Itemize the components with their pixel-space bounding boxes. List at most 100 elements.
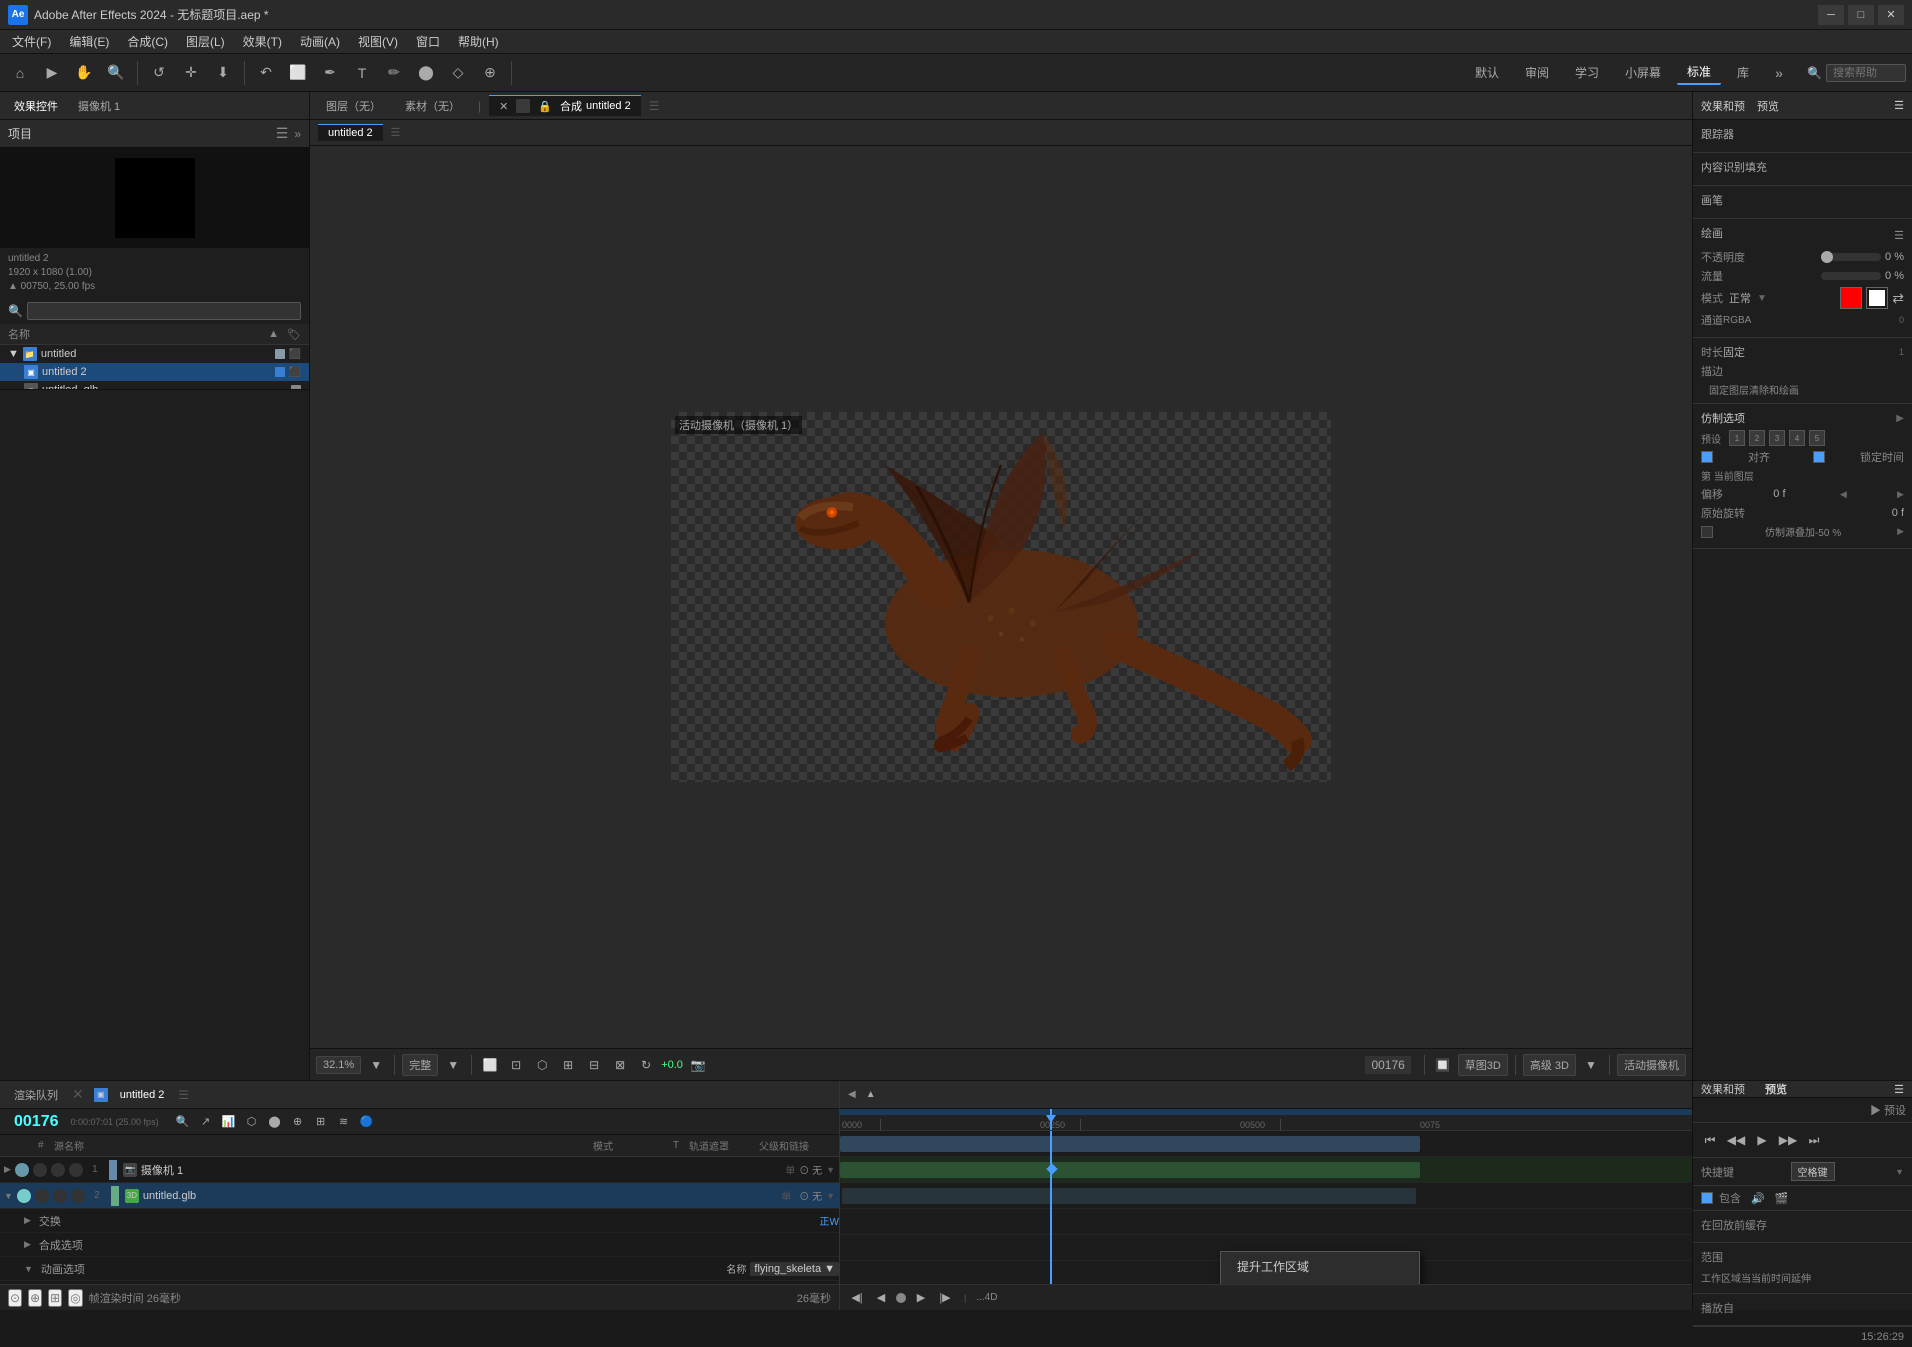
selection-tool[interactable]: ⬜ [284, 59, 312, 87]
tl-tab-close[interactable]: ✕ [72, 1086, 84, 1103]
layer1-lock[interactable] [51, 1163, 65, 1177]
help-search-input[interactable] [1826, 64, 1906, 82]
simulate-adjust[interactable]: ▶ [1897, 526, 1904, 537]
tl-bottom-icon2[interactable]: ⊕ [28, 1289, 42, 1307]
layer1-vis[interactable] [15, 1163, 29, 1177]
layer1-parent-dropdown[interactable]: ▼ [826, 1165, 835, 1175]
viewer-timecode[interactable]: 00176 [1365, 1056, 1410, 1074]
flow-slider[interactable] [1821, 272, 1881, 280]
nav-next-key[interactable]: |▶ [936, 1289, 954, 1307]
background-color[interactable] [1866, 287, 1888, 309]
puppet-tool[interactable]: ⊕ [476, 59, 504, 87]
play-prev[interactable]: ◀◀ [1725, 1129, 1747, 1151]
workspace-default[interactable]: 默认 [1465, 61, 1509, 84]
toggle-transparency[interactable]: ⬜ [479, 1054, 501, 1076]
close-button[interactable]: ✕ [1878, 5, 1904, 25]
comp-tab-close-icon[interactable]: ✕ [499, 100, 508, 113]
viewer-sub-menu[interactable]: ☰ [391, 126, 401, 139]
offset-value[interactable]: 0 f [1773, 488, 1785, 500]
nav-next-frame[interactable]: ▶ [912, 1289, 930, 1307]
camera-tool[interactable]: ⬇ [209, 59, 237, 87]
hand-tool[interactable]: ✋ [70, 59, 98, 87]
duration-value[interactable]: 固定 [1723, 344, 1745, 360]
effects-preview-tab[interactable]: 效果和预 [1701, 98, 1745, 114]
guide-view[interactable]: ⊟ [583, 1054, 605, 1076]
preset-slot-4[interactable]: 4 [1789, 430, 1805, 446]
rotate-tool[interactable]: ↺ [145, 59, 173, 87]
undo-tool[interactable]: ↶ [252, 59, 280, 87]
pen-tool[interactable]: ✒ [316, 59, 344, 87]
sublayer-comp-expand[interactable]: ▶ [24, 1239, 31, 1250]
workspace-library[interactable]: 库 [1727, 61, 1759, 84]
tl-motion-blur[interactable]: ≋ [334, 1112, 354, 1132]
timeline-ruler[interactable]: 0000 00250 00500 0075 [840, 1109, 1692, 1131]
sub-layer-comp-options[interactable]: ▶ 合成选项 [0, 1233, 839, 1257]
layer-1-camera[interactable]: ▶ 1 📷 摄像机 1 单 ⊙ 无 ▼ [0, 1157, 839, 1183]
menu-effects[interactable]: 效果(T) [235, 31, 290, 52]
offset-adjust-right[interactable]: ▶ [1897, 489, 1904, 500]
project-search-input[interactable] [27, 302, 301, 320]
render-queue-tab[interactable]: 渲染队列 [8, 1085, 64, 1105]
tl-frame[interactable]: ⊞ [311, 1112, 331, 1132]
timecode-big[interactable]: 00176 [6, 1113, 67, 1131]
zoom-tool[interactable]: 🔍 [102, 59, 130, 87]
tl-3d[interactable]: ⬤ [265, 1112, 285, 1132]
sublayer-exchange-expand[interactable]: ▶ [24, 1215, 31, 1226]
viewer-tab-layer[interactable]: 图层（无） [316, 96, 391, 116]
advanced3d-btn[interactable]: 高级 3D [1523, 1054, 1576, 1076]
original-transform-value[interactable]: 0 f [1892, 507, 1904, 519]
layer1-expand[interactable]: ▶ [4, 1164, 11, 1175]
workspace-more[interactable]: » [1765, 59, 1793, 87]
viewer-canvas[interactable]: 活动摄像机（摄像机 1） [310, 146, 1692, 1048]
maximize-button[interactable]: □ [1848, 5, 1874, 25]
sublayer-anim-value[interactable]: flying_skeleta ▼ [750, 1262, 839, 1276]
project-menu-icon[interactable]: ☰ [276, 125, 289, 142]
preset-slot-3[interactable]: 3 [1769, 430, 1785, 446]
advanced3d-dropdown[interactable]: ▼ [1580, 1054, 1602, 1076]
mask-view[interactable]: ⬡ [531, 1054, 553, 1076]
tl-magnet[interactable]: 🔍 [173, 1112, 193, 1132]
grid-view[interactable]: ⊞ [557, 1054, 579, 1076]
sketch3d-btn[interactable]: 草图3D [1458, 1054, 1508, 1076]
add-tool[interactable]: ✛ [177, 59, 205, 87]
sync-icon[interactable]: ↻ [635, 1054, 657, 1076]
3d-btn[interactable]: 🔲 [1432, 1054, 1454, 1076]
tl-bottom-icon3[interactable]: ⊞ [48, 1289, 62, 1307]
effects-tab-label[interactable]: 效果和预 [1701, 1081, 1745, 1097]
roi-tool[interactable]: ⊡ [505, 1054, 527, 1076]
quality-dropdown[interactable]: ▼ [442, 1054, 464, 1076]
workspace-review[interactable]: 审阅 [1515, 61, 1559, 84]
layer2-shy[interactable] [71, 1189, 85, 1203]
item-untitled2[interactable]: ▣ untitled 2 ⬛ [0, 363, 309, 381]
active-camera-btn[interactable]: 活动摄像机 [1617, 1054, 1686, 1076]
foreground-color[interactable] [1840, 287, 1862, 309]
minimize-button[interactable]: ─ [1818, 5, 1844, 25]
aligned-checkbox[interactable] [1701, 451, 1713, 463]
comp-tab-menu[interactable]: ☰ [178, 1088, 189, 1102]
zoom-control[interactable]: 32.1% [316, 1056, 361, 1074]
mode-dropdown[interactable]: 正常 [1729, 290, 1751, 306]
camera-track-bar[interactable] [840, 1136, 1420, 1152]
layer-2-glb[interactable]: ▼ 2 3D untitled.glb 单 ⊙ 无 ▼ [0, 1183, 839, 1209]
current-time-marker[interactable] [896, 1293, 906, 1303]
tag-icon[interactable]: 🏷 [287, 328, 301, 341]
preset-slot-5[interactable]: 5 [1809, 430, 1825, 446]
viewer-tab-menu[interactable]: ☰ [649, 99, 660, 113]
tl-draft[interactable]: 🔵 [357, 1112, 377, 1132]
play-last[interactable]: ⏭ [1803, 1129, 1825, 1151]
sub-layer-anim-options[interactable]: ▼ 动画选项 名称 flying_skeleta ▼ [0, 1257, 839, 1281]
menu-edit[interactable]: 编辑(E) [61, 31, 117, 52]
tl-bottom-icon1[interactable]: ⊙ [8, 1289, 22, 1307]
viewer-tab-footage[interactable]: 素材（无） [395, 96, 470, 116]
nav-prev-frame[interactable]: ◀ [872, 1289, 890, 1307]
tl-mask[interactable]: ⬡ [242, 1112, 262, 1132]
tl-search[interactable]: ↗ [196, 1112, 216, 1132]
offset-adjust-left[interactable]: ◀ [1840, 489, 1847, 500]
right-panel-menu[interactable]: ☰ [1894, 99, 1904, 112]
play-stop[interactable]: ▶ [1751, 1129, 1773, 1151]
preset-slot-2[interactable]: 2 [1749, 430, 1765, 446]
effects-right-menu[interactable]: ☰ [1894, 1083, 1904, 1096]
layer2-expand[interactable]: ▼ [4, 1191, 13, 1201]
menu-help[interactable]: 帮助(H) [450, 31, 507, 52]
layer2-mode[interactable]: 单 [781, 1188, 791, 1203]
